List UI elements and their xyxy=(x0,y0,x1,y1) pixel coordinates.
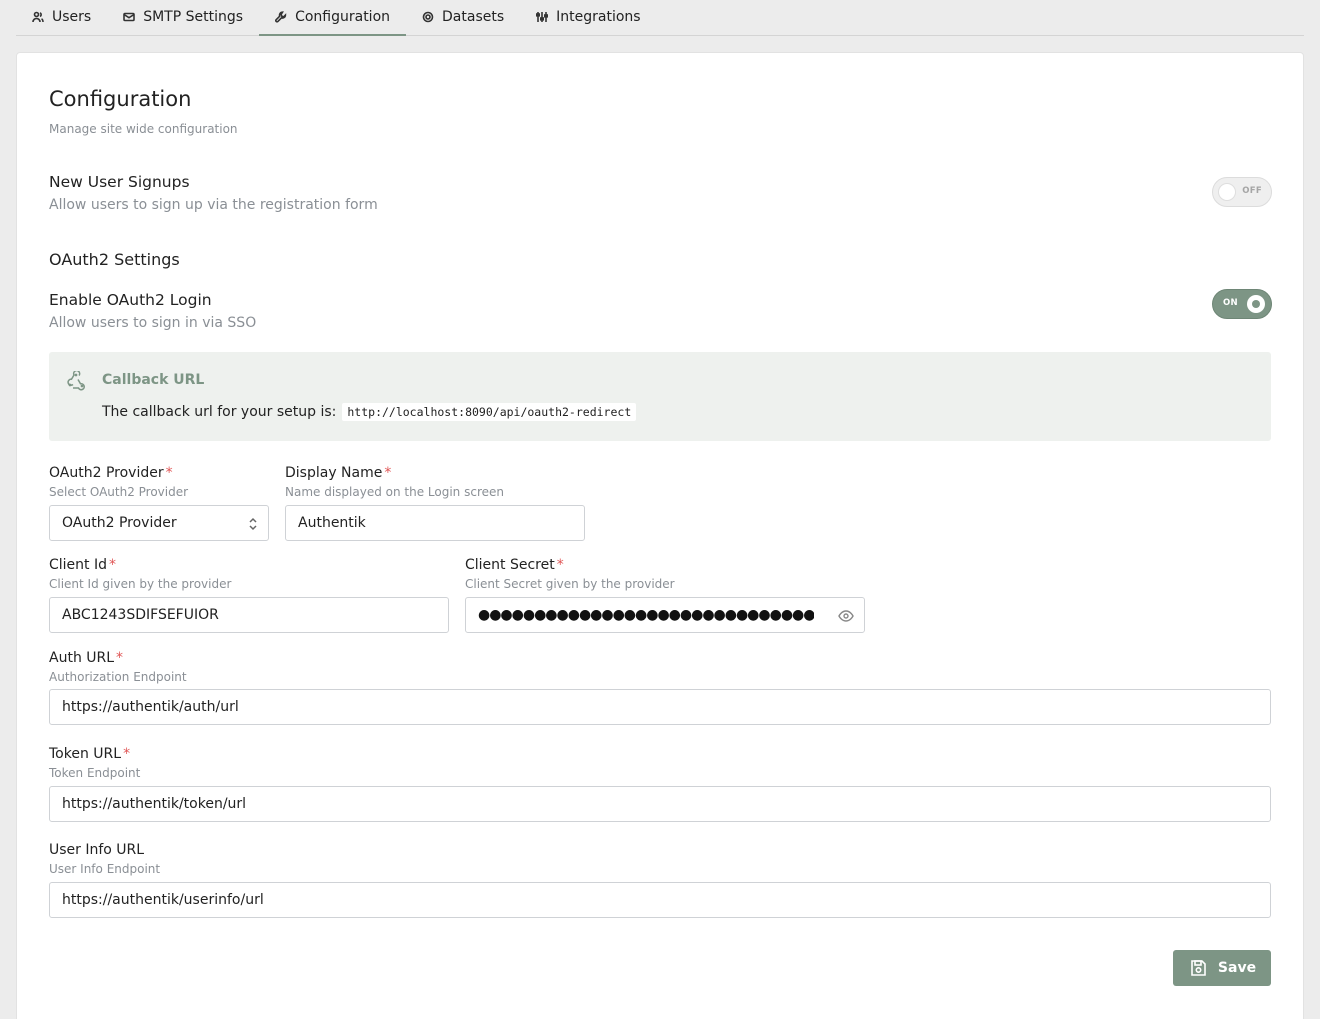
tab-integrations-label: Integrations xyxy=(556,9,641,25)
provider-select[interactable]: OAuth2 Provider xyxy=(49,505,269,541)
userinfo-url-hint: User Info Endpoint xyxy=(49,862,161,876)
configuration-panel: Configuration Manage site wide configura… xyxy=(16,52,1304,1019)
toggle-knob xyxy=(1247,295,1265,313)
display-name-label: Display Name * xyxy=(285,465,392,481)
tab-datasets[interactable]: Datasets xyxy=(406,0,520,36)
callback-url-callout: Callback URL The callback url for your s… xyxy=(49,352,1271,441)
callback-url-title: Callback URL xyxy=(102,372,205,388)
required-marker: * xyxy=(123,746,131,762)
settings-tabs: Users SMTP Settings Configuration Datase… xyxy=(16,0,1304,36)
tab-configuration-label: Configuration xyxy=(295,9,391,25)
wrench-icon xyxy=(275,11,287,23)
selector-icon xyxy=(249,517,257,531)
required-marker: * xyxy=(556,557,564,573)
required-marker: * xyxy=(116,650,124,666)
signups-description: Allow users to sign up via the registrat… xyxy=(49,197,378,213)
required-marker: * xyxy=(109,557,116,573)
oauth2-section-title: OAuth2 Settings xyxy=(49,250,180,269)
save-button[interactable]: Save xyxy=(1173,950,1271,986)
oauth2-enable-title: Enable OAuth2 Login xyxy=(49,291,212,309)
toggle-knob xyxy=(1218,183,1236,201)
tab-users-label: Users xyxy=(52,9,92,25)
auth-url-input[interactable]: https://authentik/auth/url xyxy=(49,689,1271,725)
eye-icon[interactable] xyxy=(838,609,854,623)
database-icon xyxy=(422,11,434,23)
required-marker: * xyxy=(165,465,173,481)
client-id-label: Client Id * xyxy=(49,557,116,573)
token-url-input[interactable]: https://authentik/token/url xyxy=(49,786,1271,822)
mail-icon xyxy=(123,12,136,22)
webhook-icon xyxy=(67,371,85,391)
provider-hint: Select OAuth2 Provider xyxy=(49,485,189,499)
client-id-hint: Client Id given by the provider xyxy=(49,577,232,591)
save-icon xyxy=(1191,960,1206,976)
tab-integrations[interactable]: Integrations xyxy=(520,0,656,36)
required-marker: * xyxy=(384,465,392,481)
client-secret-hint: Client Secret given by the provider xyxy=(465,577,675,591)
page-subtitle: Manage site wide configuration xyxy=(49,122,238,136)
callback-url-text: The callback url for your setup is: xyxy=(102,404,337,420)
display-name-input[interactable]: Authentik xyxy=(285,505,585,541)
token-url-label: Token URL * xyxy=(49,746,131,762)
toggle-state-label: ON xyxy=(1223,298,1238,308)
tab-datasets-label: Datasets xyxy=(442,9,505,25)
client-secret-masked-value: ●●●●●●●●●●●●●●●●●●●●●●●●●●●●●● xyxy=(478,607,815,623)
signups-toggle[interactable]: OFF xyxy=(1212,177,1272,207)
token-url-hint: Token Endpoint xyxy=(49,766,141,780)
userinfo-url-input[interactable]: https://authentik/userinfo/url xyxy=(49,882,1271,918)
oauth2-toggle[interactable]: ON xyxy=(1212,289,1272,319)
tab-configuration[interactable]: Configuration xyxy=(259,0,407,36)
auth-url-label: Auth URL * xyxy=(49,650,124,666)
oauth2-enable-description: Allow users to sign in via SSO xyxy=(49,315,257,331)
display-name-hint: Name displayed on the Login screen xyxy=(285,485,504,499)
tab-users[interactable]: Users xyxy=(16,0,107,36)
toggle-state-label: OFF xyxy=(1242,186,1262,196)
users-icon xyxy=(32,11,44,23)
client-secret-input[interactable]: ●●●●●●●●●●●●●●●●●●●●●●●●●●●●●● xyxy=(465,597,865,633)
adjustments-icon xyxy=(536,12,549,22)
save-button-label: Save xyxy=(1217,960,1257,976)
callback-url-text-row: The callback url for your setup is: http… xyxy=(102,403,637,421)
client-secret-label: Client Secret * xyxy=(465,557,564,573)
provider-selected-value: OAuth2 Provider xyxy=(62,515,177,531)
tab-smtp-settings-label: SMTP Settings xyxy=(143,9,244,25)
signups-title: New User Signups xyxy=(49,173,190,191)
provider-label: OAuth2 Provider * xyxy=(49,465,173,481)
callback-url-value: http://localhost:8090/api/oauth2-redirec… xyxy=(342,403,637,421)
auth-url-hint: Authorization Endpoint xyxy=(49,670,187,684)
tab-smtp-settings[interactable]: SMTP Settings xyxy=(107,0,259,36)
page-title: Configuration xyxy=(49,87,192,111)
userinfo-url-label: User Info URL xyxy=(49,842,145,858)
client-id-input[interactable]: ABC1243SDIFSEFUIOR xyxy=(49,597,449,633)
